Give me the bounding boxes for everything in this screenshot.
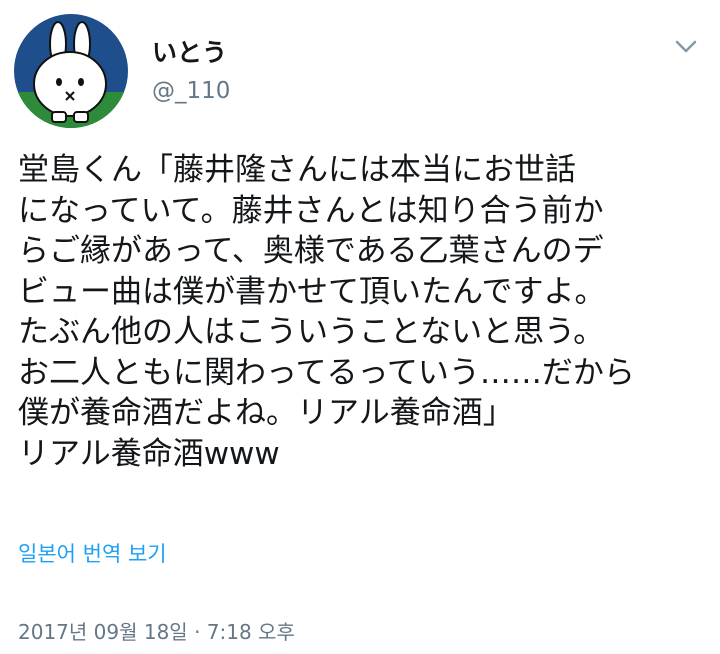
rabbit-avatar-icon xyxy=(14,14,128,128)
tweet-menu-button[interactable] xyxy=(672,32,700,60)
tweet-timestamp[interactable]: 2017년 09월 18일 · 7:18 오후 xyxy=(18,618,295,646)
tweet-text: 堂島くん「藤井隆さんには本当にお世話 になっていて。藤井さんとは知り合う前か ら… xyxy=(18,152,635,472)
display-name[interactable]: いとう xyxy=(152,37,227,69)
user-handle[interactable]: @_110 xyxy=(152,76,230,106)
translate-tweet-link[interactable]: 일본어 번역 보기 xyxy=(18,540,167,568)
avatar[interactable] xyxy=(14,14,128,128)
chevron-down-icon xyxy=(675,40,697,53)
